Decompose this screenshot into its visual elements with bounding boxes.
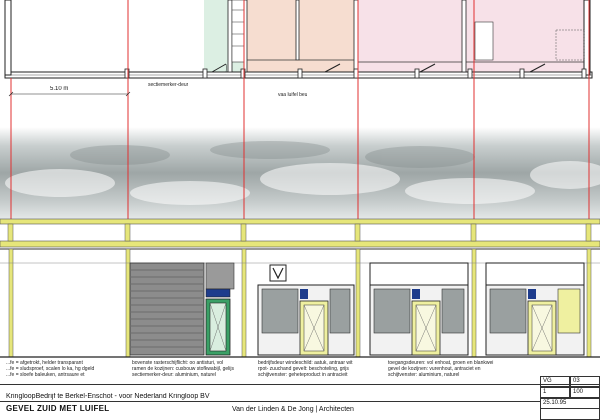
floor-plan: 5.10 m sectiemerker-deur vaa luifel beu (0, 0, 600, 105)
title-block-rule (0, 401, 540, 402)
dimension-label: 5.10 m (50, 86, 69, 92)
drawing-title: GEVEL ZUID MET LUIFEL (6, 404, 110, 413)
plan-label-left: sectiemerker-deur (148, 82, 189, 88)
elevation-drawing (0, 105, 600, 358)
blank-cell (540, 409, 600, 420)
plan-label-mid: vaa luifel beu (278, 92, 308, 98)
notes-column-3: bedrijfsdeur windeschild: aatuk, antraar… (258, 360, 382, 378)
zone-peach (244, 0, 358, 74)
canopy-beam-top (0, 218, 600, 225)
notes-column-2: bovenste rasterschijflicht: oo antisturi… (132, 360, 256, 378)
drawing-code: VG (540, 376, 570, 387)
note-line: sectiemerker-deur: aluminium, naturel (132, 372, 216, 378)
sheet-number: 03 (570, 376, 600, 387)
note-line: ...fe = sloefe baleuken, antrsaure et (6, 372, 85, 378)
canopy-beam-low (0, 240, 600, 248)
title-block-rule (0, 384, 600, 385)
sheet-count: 1 (540, 387, 570, 398)
architect-name: Van der Linden & De Jong | Architecten (232, 406, 354, 413)
south-elevation (0, 105, 600, 360)
sheet-info-box: VG 03 1 100 25.10.95 (540, 376, 600, 420)
project-title: KringloopBedrijf te Berkel-Enschot - voo… (6, 393, 210, 400)
notes-column-1: ...fe = afgetrokt, helder transparant ..… (6, 360, 126, 378)
drawing-scale: 100 (570, 387, 600, 398)
note-line: schijtvenster: geheteproduct in antracie… (258, 372, 348, 378)
drawing-date: 25.10.95 (540, 398, 600, 409)
floor-plan-drawing (4, 0, 593, 105)
notes-column-4: toegangsdeuren: vol enhoat, groen en bla… (388, 360, 538, 378)
note-line: schijtvenster: aluminium, naturel (388, 372, 460, 378)
drawing-sheet: 5.10 m sectiemerker-deur vaa luifel beu (0, 0, 600, 420)
